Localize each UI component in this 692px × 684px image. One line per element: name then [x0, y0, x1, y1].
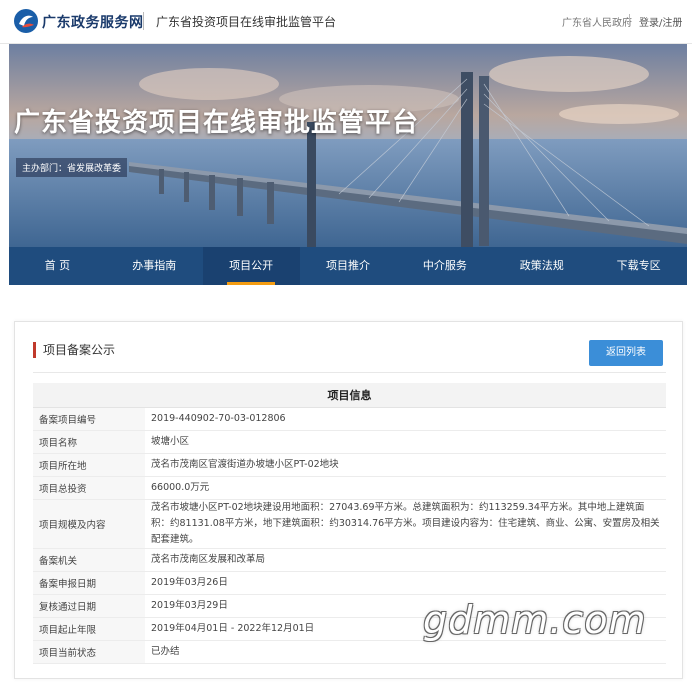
- row-value: 已办结: [145, 640, 666, 664]
- nav-downloads[interactable]: 下载专区: [590, 247, 687, 285]
- header-link-divider: [629, 14, 630, 26]
- table-row: 项目规模及内容 茂名市坡塘小区PT-02地块建设用地面积：27043.69平方米…: [33, 499, 666, 549]
- guangdong-gov-logo-icon[interactable]: [13, 8, 39, 34]
- row-label: 复核通过日期: [33, 594, 145, 618]
- nav-home[interactable]: 首 页: [9, 247, 106, 285]
- row-label: 项目名称: [33, 430, 145, 454]
- site-name[interactable]: 广东政务服务网: [42, 12, 144, 32]
- back-to-list-button[interactable]: 返回列表: [589, 340, 663, 366]
- main-nav: 首 页 办事指南 项目公开 项目推介 中介服务 政策法规 下载专区: [9, 247, 687, 285]
- card-divider: [33, 372, 666, 373]
- gov-link[interactable]: 广东省人民政府: [562, 14, 632, 29]
- top-bar: 广东政务服务网 广东省投资项目在线审批监管平台 广东省人民政府 登录/注册: [0, 0, 692, 44]
- table-row: 项目名称 坡塘小区: [33, 430, 666, 454]
- nav-agency-services[interactable]: 中介服务: [396, 247, 493, 285]
- row-label: 项目所在地: [33, 453, 145, 477]
- row-label: 项目总投资: [33, 476, 145, 500]
- table-title: 项目信息: [33, 383, 666, 408]
- row-value: 2019-440902-70-03-012806: [145, 407, 666, 431]
- hero-banner: 广东省投资项目在线审批监管平台 主办部门：省发展改革委: [9, 44, 687, 247]
- table-row: 备案机关 茂名市茂南区发展和改革局: [33, 548, 666, 572]
- row-value: 茂名市坡塘小区PT-02地块建设用地面积：27043.69平方米。总建筑面积为：…: [145, 499, 666, 549]
- nav-guide[interactable]: 办事指南: [106, 247, 203, 285]
- header-divider: [143, 12, 144, 30]
- row-value: 66000.0万元: [145, 476, 666, 500]
- row-value: 坡塘小区: [145, 430, 666, 454]
- table-row: 备案项目编号 2019-440902-70-03-012806: [33, 407, 666, 431]
- table-row: 备案申报日期 2019年03月26日: [33, 571, 666, 595]
- row-label: 备案项目编号: [33, 407, 145, 431]
- table-row: 项目当前状态 已办结: [33, 640, 666, 664]
- nav-policies[interactable]: 政策法规: [493, 247, 590, 285]
- row-label: 备案机关: [33, 548, 145, 572]
- watermark-text: gdmm.com: [423, 598, 647, 642]
- nav-project-promotion[interactable]: 项目推介: [300, 247, 397, 285]
- banner-title: 广东省投资项目在线审批监管平台: [14, 108, 420, 138]
- row-label: 项目规模及内容: [33, 499, 145, 549]
- row-label: 备案申报日期: [33, 571, 145, 595]
- table-row: 项目所在地 茂名市茂南区官渡街道办坡塘小区PT-02地块: [33, 453, 666, 477]
- sponsor-label: 主办部门：省发展改革委: [16, 158, 128, 177]
- table-header-row: 项目信息: [33, 383, 666, 408]
- row-value: 茂名市茂南区官渡街道办坡塘小区PT-02地块: [145, 453, 666, 477]
- login-register-link[interactable]: 登录/注册: [639, 14, 682, 29]
- carousel-indicators: [339, 240, 363, 247]
- bridge-sea-banner-image: [9, 44, 687, 247]
- card-title: 项目备案公示: [33, 342, 115, 358]
- row-label: 项目起止年限: [33, 617, 145, 641]
- row-label: 项目当前状态: [33, 640, 145, 664]
- table-row: 项目总投资 66000.0万元: [33, 476, 666, 500]
- row-value: 2019年03月26日: [145, 571, 666, 595]
- nav-project-disclosure[interactable]: 项目公开: [202, 247, 300, 285]
- platform-name[interactable]: 广东省投资项目在线审批监管平台: [156, 13, 336, 30]
- row-value: 茂名市茂南区发展和改革局: [145, 548, 666, 572]
